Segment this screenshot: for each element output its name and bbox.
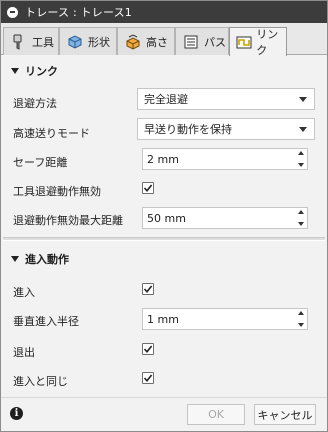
tab-passes[interactable]: パス [175, 27, 229, 55]
no-tool-retraction-checkbox[interactable] [142, 182, 154, 194]
linking-dialog: トレース : トレース1 工具 形状 高さ パス リンク リンク 退避方法 完全… [0, 0, 328, 432]
tab-tool[interactable]: 工具 [3, 27, 59, 55]
high-feed-mode-select[interactable]: 早送り動作を保持 [137, 118, 315, 140]
same-as-lead-in-checkbox[interactable] [142, 372, 154, 384]
geometry-icon [66, 33, 84, 51]
section-header-leads[interactable]: 進入動作 [1, 246, 327, 272]
window-title: トレース : トレース1 [25, 6, 132, 19]
tab-bar: 工具 形状 高さ パス リンク [1, 23, 327, 57]
tab-geometry[interactable]: 形状 [59, 27, 117, 55]
no-tool-retraction-label: 工具退避動作無効 [13, 185, 101, 198]
close-icon[interactable] [7, 6, 18, 18]
retraction-policy-select[interactable]: 完全退避 [137, 88, 315, 110]
lead-out-label: 退出 [13, 346, 35, 359]
spinner-arrows-icon[interactable] [297, 311, 305, 327]
max-stay-down-distance-value: 50 mm [147, 211, 186, 225]
checkmark-icon [143, 374, 153, 383]
retraction-policy-value: 完全退避 [144, 93, 188, 106]
lead-in-label: 進入 [13, 286, 35, 299]
tab-passes-label: パス [204, 35, 226, 49]
footer-divider [1, 397, 327, 398]
safe-distance-label: セーフ距離 [13, 156, 68, 169]
section-title-linking: リンク [25, 65, 58, 78]
high-feed-mode-label: 高速送りモード [13, 127, 90, 140]
vertical-lead-in-radius-value: 1 mm [147, 312, 179, 326]
collapse-triangle-icon [11, 68, 19, 74]
section-title-leads: 進入動作 [25, 253, 69, 266]
checkmark-icon [143, 285, 153, 294]
safe-distance-value: 2 mm [147, 152, 179, 166]
passes-icon [182, 33, 200, 51]
section-divider [3, 237, 325, 241]
section-header-linking[interactable]: リンク [1, 58, 327, 84]
title-bar: トレース : トレース1 [1, 1, 327, 23]
max-stay-down-distance-input[interactable]: 50 mm [142, 207, 308, 229]
tab-heights[interactable]: 高さ [117, 27, 175, 55]
checkmark-icon [143, 345, 153, 354]
high-feed-mode-value: 早送り動作を保持 [144, 123, 232, 136]
collapse-triangle-icon [11, 256, 19, 262]
cancel-button[interactable]: キャンセル [254, 404, 316, 425]
linking-icon [236, 33, 252, 51]
vertical-lead-in-radius-label: 垂直進入半径 [13, 315, 79, 328]
checkmark-icon [143, 184, 153, 193]
chevron-down-icon [299, 97, 307, 102]
tab-linking[interactable]: リンク [229, 27, 287, 57]
tab-linking-label: リンク [256, 28, 279, 57]
safe-distance-input[interactable]: 2 mm [142, 148, 308, 170]
same-as-lead-in-label: 進入と同じ [13, 375, 68, 388]
tab-geometry-label: 形状 [88, 35, 110, 49]
chevron-down-icon [299, 127, 307, 132]
ok-button[interactable]: OK [187, 404, 245, 425]
lead-out-checkbox[interactable] [142, 343, 154, 355]
info-icon[interactable]: i [10, 407, 23, 420]
tab-heights-label: 高さ [146, 35, 168, 49]
heights-icon [124, 33, 142, 51]
spinner-arrows-icon[interactable] [297, 151, 305, 167]
lead-in-checkbox[interactable] [142, 283, 154, 295]
tool-icon [10, 33, 28, 51]
vertical-lead-in-radius-input[interactable]: 1 mm [142, 308, 308, 330]
max-stay-down-distance-label: 退避動作無効最大距離 [13, 214, 123, 227]
retraction-policy-label: 退避方法 [13, 97, 57, 110]
spinner-arrows-icon[interactable] [297, 210, 305, 226]
tab-tool-label: 工具 [32, 35, 54, 49]
